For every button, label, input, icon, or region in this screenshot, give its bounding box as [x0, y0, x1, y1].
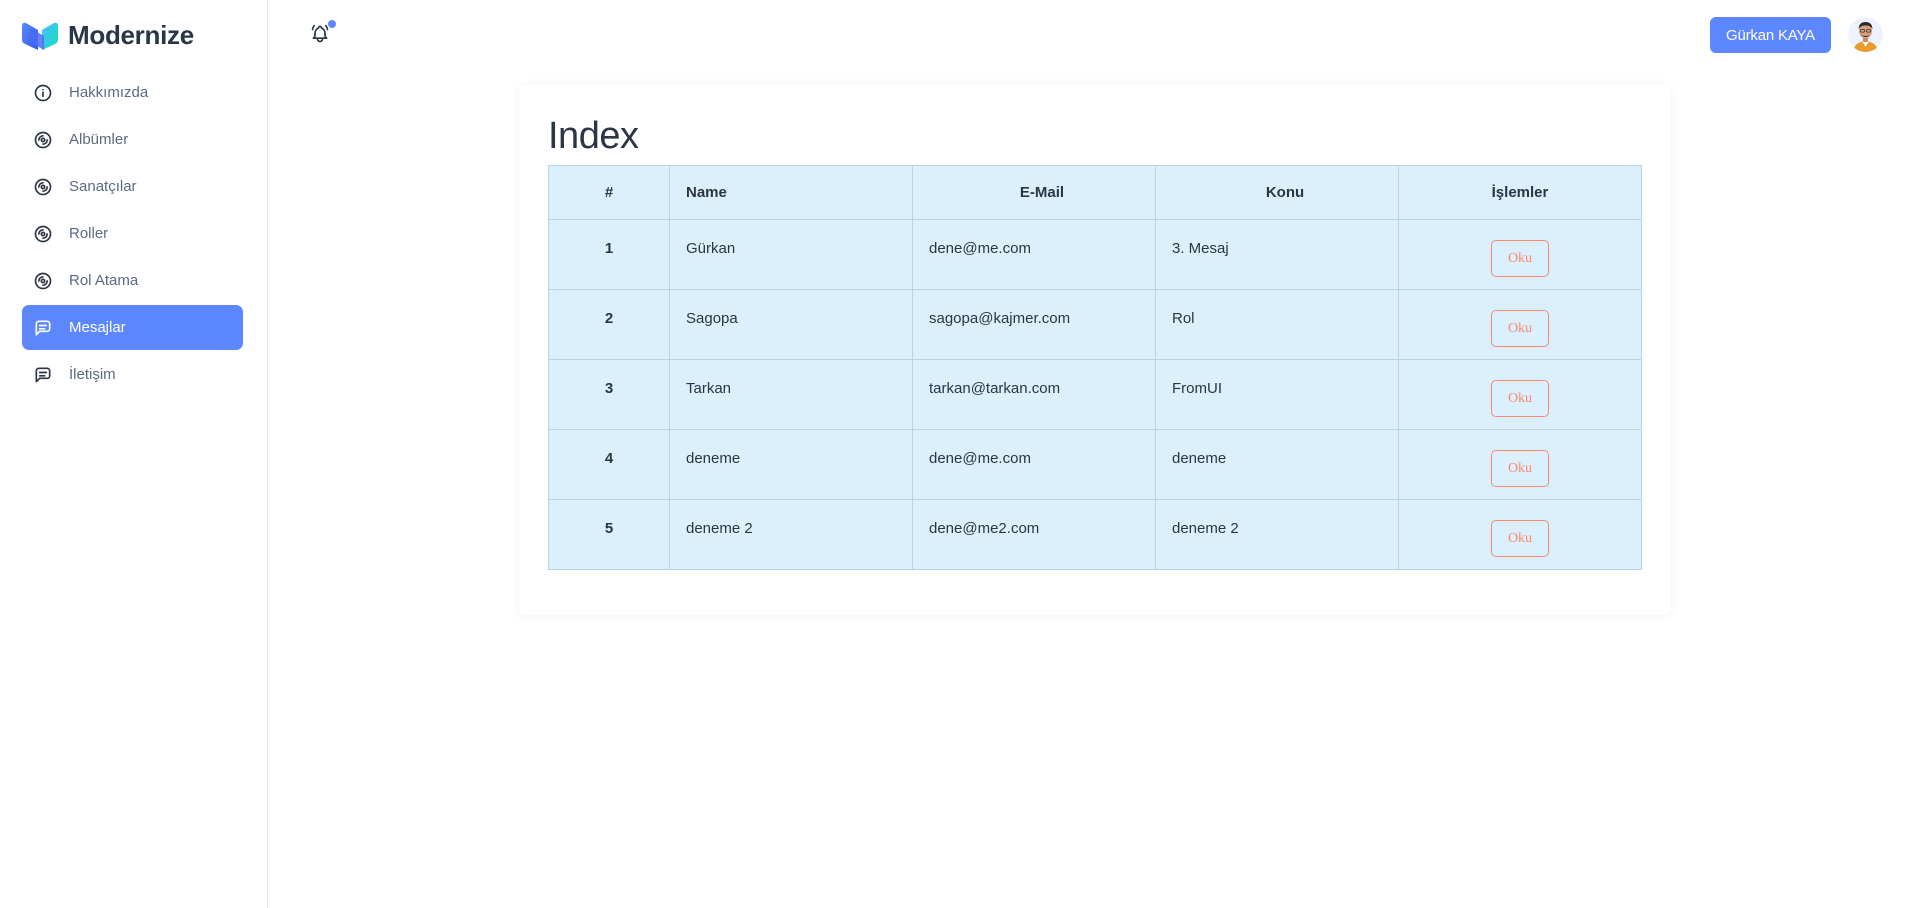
disc-icon [33, 130, 53, 150]
sidebar-item-albumler[interactable]: Albümler [22, 117, 243, 162]
sidebar-item-label: Mesajlar [69, 319, 126, 336]
bell-icon [311, 24, 329, 43]
table-row: 2 Sagopa sagopa@kajmer.com Rol Oku [548, 289, 1642, 360]
disc-icon [33, 224, 53, 244]
row-konu: deneme [1155, 429, 1399, 500]
avatar-icon [1848, 17, 1883, 52]
table-row: 1 Gürkan dene@me.com 3. Mesaj Oku [548, 219, 1642, 290]
row-email: dene@me2.com [912, 499, 1156, 570]
notification-dot [328, 20, 336, 28]
sidebar-item-sanatcilar[interactable]: Sanatçılar [22, 164, 243, 209]
sidebar-item-label: Hakkımızda [69, 84, 149, 101]
sidebar-item-iletisim[interactable]: İletişim [22, 352, 243, 397]
sidebar-item-label: İletişim [69, 366, 116, 383]
disc-icon [33, 271, 53, 291]
column-header-actions: İşlemler [1398, 165, 1642, 220]
sidebar-item-label: Roller [69, 225, 109, 242]
column-header-name: Name [669, 165, 913, 220]
read-button[interactable]: Oku [1491, 520, 1549, 557]
sidebar-nav: Hakkımızda Albümler Sanatçılar Roller Ro… [22, 70, 243, 399]
column-header-email: E-Mail [912, 165, 1156, 220]
read-button[interactable]: Oku [1491, 310, 1549, 347]
page-title: Index [548, 115, 639, 157]
row-konu: FromUI [1155, 359, 1399, 430]
table-row: 4 deneme dene@me.com deneme Oku [548, 429, 1642, 500]
table-row: 3 Tarkan tarkan@tarkan.com FromUI Oku [548, 359, 1642, 430]
brand[interactable]: Modernize [22, 20, 194, 51]
row-number: 5 [548, 499, 670, 570]
sidebar-item-mesajlar[interactable]: Mesajlar [22, 305, 243, 350]
row-actions: Oku [1398, 359, 1642, 430]
read-button[interactable]: Oku [1491, 450, 1549, 487]
row-email: dene@me.com [912, 429, 1156, 500]
row-email: sagopa@kajmer.com [912, 289, 1156, 360]
sidebar-item-hakkimizda[interactable]: Hakkımızda [22, 70, 243, 115]
row-number: 4 [548, 429, 670, 500]
info-circle-icon [33, 83, 53, 103]
row-number: 2 [548, 289, 670, 360]
sidebar-item-label: Albümler [69, 131, 129, 148]
message-icon [33, 365, 53, 385]
row-number: 3 [548, 359, 670, 430]
row-actions: Oku [1398, 219, 1642, 290]
modernize-logo-icon [22, 22, 58, 50]
message-icon [33, 318, 53, 338]
row-actions: Oku [1398, 429, 1642, 500]
row-konu: Rol [1155, 289, 1399, 360]
user-name-button[interactable]: Gürkan KAYA [1710, 17, 1831, 53]
sidebar-item-roller[interactable]: Roller [22, 211, 243, 256]
row-konu: deneme 2 [1155, 499, 1399, 570]
notification-bell[interactable] [310, 20, 336, 46]
sidebar-item-label: Sanatçılar [69, 178, 137, 195]
row-number: 1 [548, 219, 670, 290]
sidebar-item-rol-atama[interactable]: Rol Atama [22, 258, 243, 303]
row-email: tarkan@tarkan.com [912, 359, 1156, 430]
brand-name: Modernize [68, 20, 194, 50]
read-button[interactable]: Oku [1491, 380, 1549, 417]
sidebar: Modernize Hakkımızda Albümler Sanatçılar… [0, 0, 268, 908]
disc-icon [33, 177, 53, 197]
messages-table: # Name E-Mail Konu İşlemler 1 Gürkan den… [548, 165, 1642, 570]
table-header-row: # Name E-Mail Konu İşlemler [548, 165, 1642, 220]
row-name: deneme [669, 429, 913, 500]
row-name: deneme 2 [669, 499, 913, 570]
row-name: Tarkan [669, 359, 913, 430]
messages-card: Index # Name E-Mail Konu İşlemler 1 Gürk… [519, 85, 1671, 615]
row-email: dene@me.com [912, 219, 1156, 290]
column-header-number: # [548, 165, 670, 220]
user-avatar[interactable] [1848, 17, 1883, 52]
row-name: Gürkan [669, 219, 913, 290]
read-button[interactable]: Oku [1491, 240, 1549, 277]
sidebar-item-label: Rol Atama [69, 272, 139, 289]
row-actions: Oku [1398, 499, 1642, 570]
row-konu: 3. Mesaj [1155, 219, 1399, 290]
row-name: Sagopa [669, 289, 913, 360]
row-actions: Oku [1398, 289, 1642, 360]
column-header-konu: Konu [1155, 165, 1399, 220]
table-row: 5 deneme 2 dene@me2.com deneme 2 Oku [548, 499, 1642, 570]
